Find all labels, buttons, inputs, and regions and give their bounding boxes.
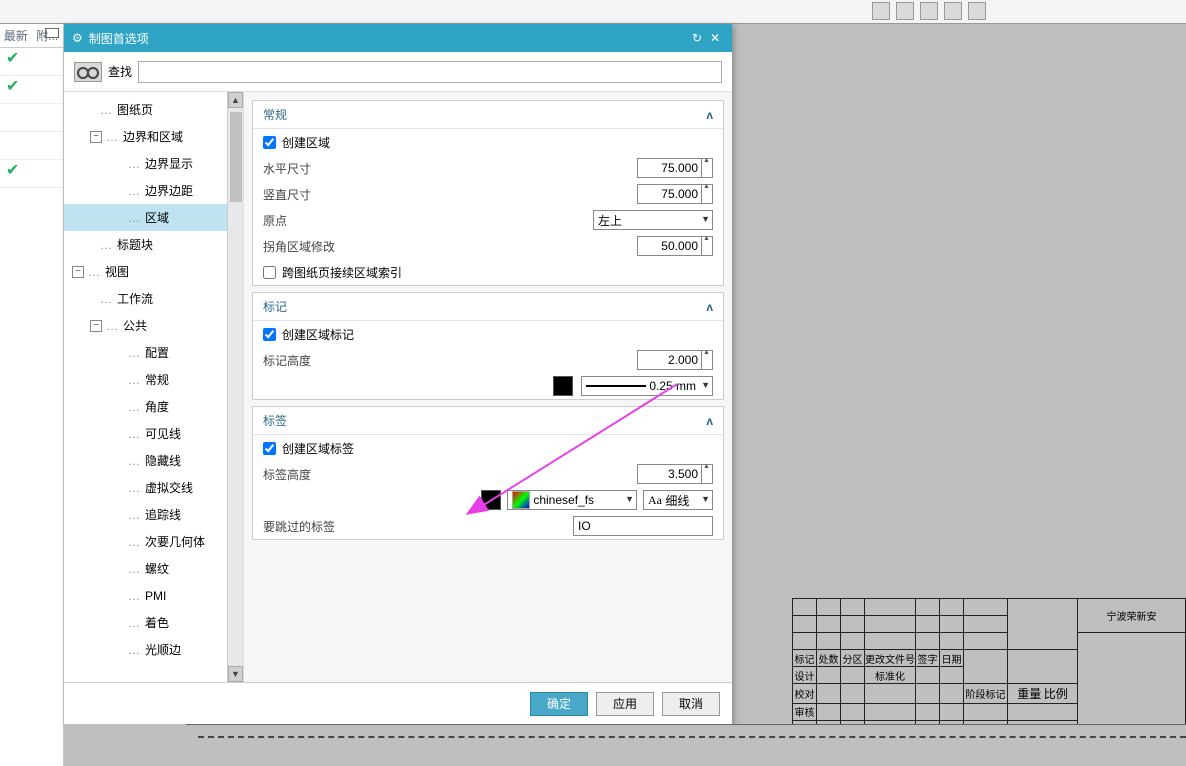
checkbox-create-marker[interactable]: 创建区域标记 bbox=[263, 326, 354, 343]
tree-node-virtual-intersection[interactable]: …虚拟交线 bbox=[64, 474, 227, 501]
tree-node-common[interactable]: −…公共 bbox=[64, 312, 227, 339]
label-marker-height: 标记高度 bbox=[263, 352, 637, 369]
label-vertical: 竖直尺寸 bbox=[263, 186, 637, 203]
gear-icon: ⚙ bbox=[72, 31, 83, 45]
chevron-down-icon: ▼ bbox=[701, 214, 710, 224]
tree-node-general[interactable]: …常规 bbox=[64, 366, 227, 393]
chevron-up-icon[interactable]: ʌ bbox=[706, 414, 713, 428]
tree-node-config[interactable]: …配置 bbox=[64, 339, 227, 366]
tree-node-smooth-edge[interactable]: …光顺边 bbox=[64, 636, 227, 663]
color-swatch[interactable] bbox=[553, 376, 573, 396]
panel-label: 标签 ʌ 创建区域标签 标签高度 chinesef_fs▼ Aa 细线▼ 要跳过… bbox=[252, 406, 724, 540]
tree-node-visible-line[interactable]: …可见线 bbox=[64, 420, 227, 447]
checkbox-create-zone[interactable]: 创建区域 bbox=[263, 134, 330, 151]
checkbox-create-label[interactable]: 创建区域标签 bbox=[263, 440, 354, 457]
collapse-icon[interactable]: − bbox=[90, 131, 102, 143]
apply-button[interactable]: 应用 bbox=[596, 692, 654, 716]
tree-node-view[interactable]: −…视图 bbox=[64, 258, 227, 285]
toolbar-icon[interactable] bbox=[944, 2, 962, 20]
chevron-down-icon: ▼ bbox=[701, 494, 710, 504]
panel-marker: 标记 ʌ 创建区域标记 标记高度 0.25 mm▼ bbox=[252, 292, 724, 400]
tree-scrollbar[interactable]: ▲ ▼ bbox=[227, 92, 243, 682]
tree-node-titleblock[interactable]: …标题块 bbox=[64, 231, 227, 258]
cancel-button[interactable]: 取消 bbox=[662, 692, 720, 716]
dialog-title: 制图首选项 bbox=[89, 30, 688, 47]
paper-border bbox=[186, 724, 1186, 764]
tree-node-angle[interactable]: …角度 bbox=[64, 393, 227, 420]
toolbar-icon[interactable] bbox=[968, 2, 986, 20]
collapse-icon[interactable]: − bbox=[90, 320, 102, 332]
toolbar-icon[interactable] bbox=[872, 2, 890, 20]
tree-node-border-display[interactable]: …边界显示 bbox=[64, 150, 227, 177]
settings-panels: 常规 ʌ 创建区域 水平尺寸 竖直尺寸 原点左上▼ 拐角区域修改 跨图纸页接续区… bbox=[244, 92, 732, 682]
dialog-titlebar: ⚙ 制图首选项 ↻ ✕ bbox=[64, 24, 732, 52]
tree-node-secondary-geom[interactable]: …次要几何体 bbox=[64, 528, 227, 555]
tree-node-traceline[interactable]: …追踪线 bbox=[64, 501, 227, 528]
ok-button[interactable]: 确定 bbox=[530, 692, 588, 716]
panel-header-general[interactable]: 常规 ʌ bbox=[253, 101, 723, 129]
preferences-dialog: ⚙ 制图首选项 ↻ ✕ 查找 …图纸页 −…边界和区域 …边界显示 …边界边距 … bbox=[64, 24, 732, 724]
checkbox-cross-sheet[interactable]: 跨图纸页接续区域索引 bbox=[263, 264, 402, 281]
tree-node-shaded[interactable]: …着色 bbox=[64, 609, 227, 636]
app-toolbar bbox=[0, 0, 1186, 24]
drawing-titleblock: 宁波荣新安 标记处数分区更改文件号签字日期 设计标准化 校对阶段标记重量 比例 … bbox=[792, 598, 1186, 738]
spinner-icon[interactable] bbox=[701, 350, 713, 370]
chevron-down-icon: ▼ bbox=[625, 494, 634, 504]
collapse-icon[interactable]: − bbox=[72, 266, 84, 278]
tab-latest[interactable]: 最新 bbox=[0, 24, 32, 47]
scroll-thumb[interactable] bbox=[230, 112, 242, 202]
search-input[interactable] bbox=[138, 61, 722, 83]
close-icon[interactable]: ✕ bbox=[706, 31, 724, 45]
tree-node-border-zone[interactable]: −…边界和区域 bbox=[64, 123, 227, 150]
panel-general: 常规 ʌ 创建区域 水平尺寸 竖直尺寸 原点左上▼ 拐角区域修改 跨图纸页接续区… bbox=[252, 100, 724, 286]
panel-header-label[interactable]: 标签 ʌ bbox=[253, 407, 723, 435]
tree-node-thread[interactable]: …螺纹 bbox=[64, 555, 227, 582]
label-horizontal: 水平尺寸 bbox=[263, 160, 637, 177]
spinner-icon[interactable] bbox=[701, 158, 713, 178]
select-lineweight[interactable]: 0.25 mm▼ bbox=[581, 376, 713, 396]
tree-node-border-margin[interactable]: …边界边距 bbox=[64, 177, 227, 204]
select-font[interactable]: chinesef_fs▼ bbox=[507, 490, 637, 510]
dialog-footer: 确定 应用 取消 bbox=[64, 682, 732, 724]
drawing-dashed-border bbox=[198, 736, 1186, 738]
input-skip-labels[interactable] bbox=[573, 516, 713, 536]
nav-tree[interactable]: …图纸页 −…边界和区域 …边界显示 …边界边距 …区域 …标题块 −…视图 …… bbox=[64, 92, 227, 682]
panel-header-marker[interactable]: 标记 ʌ bbox=[253, 293, 723, 321]
chevron-up-icon[interactable]: ʌ bbox=[706, 108, 713, 122]
tree-node-hidden-line[interactable]: …隐藏线 bbox=[64, 447, 227, 474]
select-origin[interactable]: 左上▼ bbox=[593, 210, 713, 230]
tree-node-sheet[interactable]: …图纸页 bbox=[64, 96, 227, 123]
check-icon: ✔ bbox=[4, 74, 21, 99]
label-label-height: 标签高度 bbox=[263, 466, 637, 483]
tree-node-pmi[interactable]: …PMI bbox=[64, 582, 227, 609]
search-label: 查找 bbox=[108, 63, 132, 80]
chevron-up-icon[interactable]: ʌ bbox=[706, 300, 713, 314]
scroll-down-icon[interactable]: ▼ bbox=[228, 666, 243, 682]
scroll-up-icon[interactable]: ▲ bbox=[228, 92, 243, 108]
tree-node-workflow[interactable]: …工作流 bbox=[64, 285, 227, 312]
label-corner: 拐角区域修改 bbox=[263, 238, 637, 255]
spinner-icon[interactable] bbox=[701, 236, 713, 256]
check-icon: ✔ bbox=[4, 46, 21, 71]
line-sample-icon bbox=[586, 385, 646, 387]
spinner-icon[interactable] bbox=[701, 184, 713, 204]
maximize-icon[interactable] bbox=[45, 28, 59, 38]
check-icon: ✔ bbox=[4, 158, 21, 183]
search-bar: 查找 bbox=[64, 52, 732, 92]
spinner-icon[interactable] bbox=[701, 464, 713, 484]
font-icon bbox=[512, 491, 530, 509]
select-font-style[interactable]: Aa 细线▼ bbox=[643, 490, 713, 510]
chevron-down-icon: ▼ bbox=[701, 380, 710, 390]
label-origin: 原点 bbox=[263, 212, 593, 229]
left-filter-panel: 最新 附... ✔ ✔ ✔ bbox=[0, 24, 64, 766]
toolbar-icon[interactable] bbox=[920, 2, 938, 20]
tree-node-zone[interactable]: …区域 bbox=[64, 204, 227, 231]
toolbar-icon[interactable] bbox=[896, 2, 914, 20]
binoculars-icon bbox=[74, 62, 102, 82]
label-skip: 要跳过的标签 bbox=[263, 518, 573, 535]
reset-icon[interactable]: ↻ bbox=[688, 31, 706, 45]
